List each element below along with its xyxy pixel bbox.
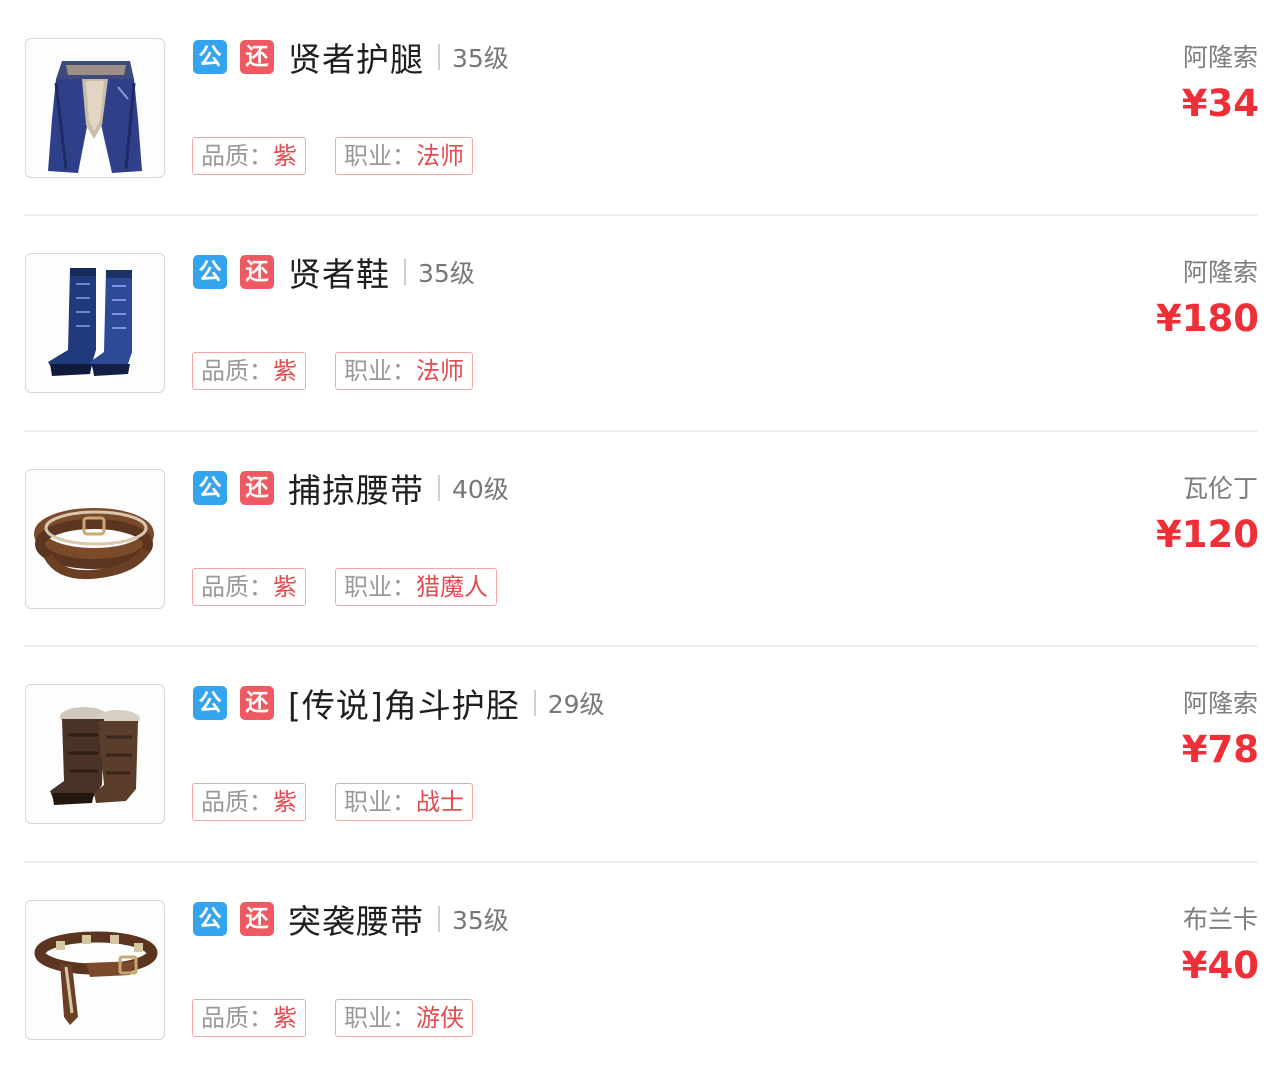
public-badge: 公	[193, 686, 227, 720]
seller-name: 阿隆索	[1182, 43, 1258, 72]
job-value: 游侠	[416, 1004, 464, 1032]
listing-item[interactable]: 公 还 [传说]角斗护胫 29级 品质：紫 职业：战士 阿隆索 ¥78	[0, 646, 1280, 861]
quality-value: 紫	[273, 142, 297, 170]
item-name[interactable]: 贤者护腿	[288, 33, 424, 81]
title-row: 贤者护腿 35级	[288, 34, 509, 80]
job-value: 法师	[416, 142, 464, 170]
price: ¥120	[1156, 513, 1259, 556]
job-tag: 职业：法师	[335, 137, 473, 175]
title-separator	[533, 690, 536, 716]
job-key: 职业：	[344, 357, 416, 385]
price: ¥78	[1181, 728, 1259, 771]
return-badge: 还	[240, 471, 274, 505]
job-value: 战士	[416, 788, 464, 816]
item-level: 35级	[452, 906, 509, 935]
title-row: 捕掠腰带 40级	[288, 465, 509, 511]
seller-name: 瓦伦丁	[1182, 474, 1258, 503]
job-key: 职业：	[344, 1004, 416, 1032]
item-level: 35级	[452, 44, 509, 73]
item-name[interactable]: 捕掠腰带	[288, 464, 424, 512]
quality-tag: 品质：紫	[192, 137, 306, 175]
item-thumbnail[interactable]	[25, 900, 165, 1040]
studded-belt-icon	[34, 931, 158, 1025]
return-badge: 还	[240, 902, 274, 936]
item-thumbnail[interactable]	[25, 253, 165, 393]
quality-key: 品质：	[201, 788, 273, 816]
job-tag: 职业：猎魔人	[335, 568, 497, 606]
listing-list: 公 还 贤者护腿 35级 品质：紫 职业：法师 阿隆索 ¥34 公 还 贤者鞋 …	[0, 0, 1280, 1054]
quality-key: 品质：	[201, 357, 273, 385]
job-tag: 职业：战士	[335, 783, 473, 821]
title-row: [传说]角斗护胫 29级	[288, 680, 605, 726]
title-separator	[438, 44, 440, 70]
title-separator	[438, 475, 440, 501]
quality-key: 品质：	[201, 573, 273, 601]
quality-tag: 品质：紫	[192, 783, 306, 821]
job-tag: 职业：法师	[335, 352, 473, 390]
job-key: 职业：	[344, 788, 416, 816]
item-thumbnail[interactable]	[25, 684, 165, 824]
title-row: 贤者鞋 35级	[288, 249, 475, 295]
item-level: 40级	[452, 475, 509, 504]
item-level: 35级	[418, 259, 475, 288]
quality-tag: 品质：紫	[192, 352, 306, 390]
item-name[interactable]: [传说]角斗护胫	[288, 679, 520, 727]
listing-item[interactable]: 公 还 贤者鞋 35级 品质：紫 职业：法师 阿隆索 ¥180	[0, 215, 1280, 430]
seller-name: 阿隆索	[1182, 689, 1258, 718]
item-thumbnail[interactable]	[25, 38, 165, 178]
price: ¥34	[1181, 82, 1259, 125]
item-thumbnail[interactable]	[25, 469, 165, 609]
quality-key: 品质：	[201, 142, 273, 170]
listing-item[interactable]: 公 还 捕掠腰带 40级 品质：紫 职业：猎魔人 瓦伦丁 ¥120	[0, 431, 1280, 646]
public-badge: 公	[193, 471, 227, 505]
quality-tag: 品质：紫	[192, 568, 306, 606]
quality-key: 品质：	[201, 1004, 273, 1032]
title-separator	[438, 906, 440, 932]
mage-leggings-icon	[48, 61, 142, 173]
quality-value: 紫	[273, 573, 297, 601]
quality-value: 紫	[273, 1004, 297, 1032]
return-badge: 还	[240, 40, 274, 74]
listing-item[interactable]: 公 还 贤者护腿 35级 品质：紫 职业：法师 阿隆索 ¥34	[0, 0, 1280, 215]
title-separator	[404, 259, 406, 285]
price: ¥180	[1156, 297, 1259, 340]
quality-tag: 品质：紫	[192, 999, 306, 1037]
item-name[interactable]: 贤者鞋	[288, 248, 390, 296]
quality-value: 紫	[273, 788, 297, 816]
item-name[interactable]: 突袭腰带	[288, 895, 424, 943]
seller-name: 阿隆索	[1182, 258, 1258, 287]
fur-boots-icon	[50, 707, 140, 805]
quality-value: 紫	[273, 357, 297, 385]
seller-name: 布兰卡	[1182, 905, 1258, 934]
return-badge: 还	[240, 255, 274, 289]
public-badge: 公	[193, 40, 227, 74]
job-value: 猎魔人	[416, 573, 488, 601]
item-level: 29级	[547, 690, 605, 719]
job-value: 法师	[416, 357, 464, 385]
leather-belt-icon	[34, 508, 154, 580]
public-badge: 公	[193, 902, 227, 936]
public-badge: 公	[193, 255, 227, 289]
job-tag: 职业：游侠	[335, 999, 473, 1037]
job-key: 职业：	[344, 573, 416, 601]
title-row: 突袭腰带 35级	[288, 896, 509, 942]
listing-item[interactable]: 公 还 突袭腰带 35级 品质：紫 职业：游侠 布兰卡 ¥40	[0, 862, 1280, 1077]
price: ¥40	[1181, 944, 1259, 987]
mage-boots-icon	[48, 268, 132, 376]
job-key: 职业：	[344, 142, 416, 170]
return-badge: 还	[240, 686, 274, 720]
